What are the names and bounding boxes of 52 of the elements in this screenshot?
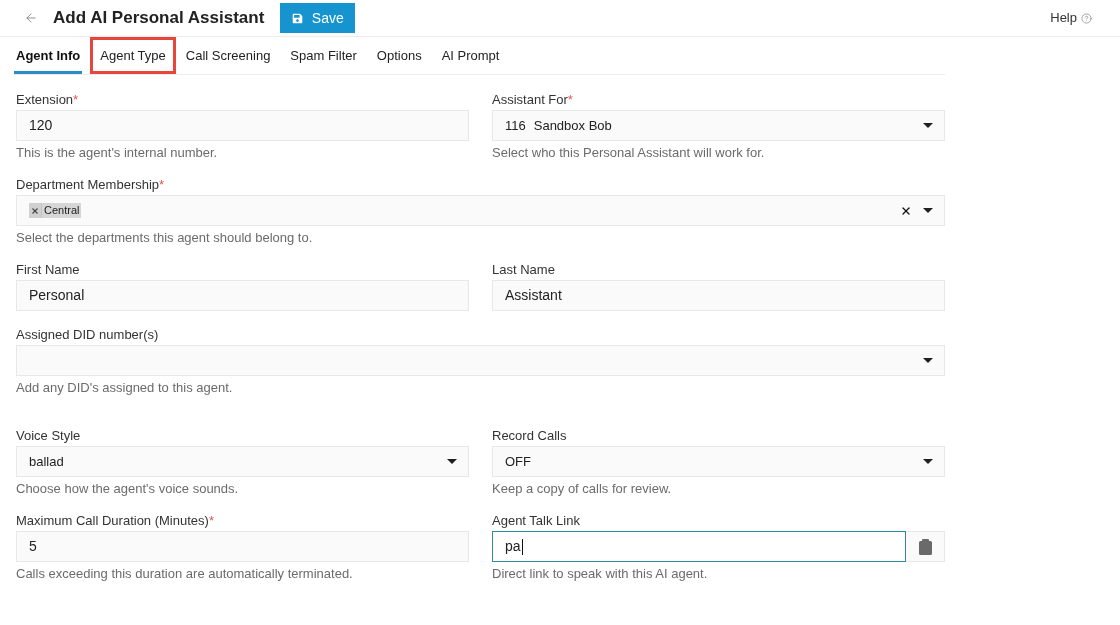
required-mark: *: [159, 176, 165, 194]
helper-text: Select the departments this agent should belong to.: [16, 230, 314, 246]
input-field[interactable]: 120: [16, 110, 469, 141]
helper-text: Add any DID's assigned to this agent.: [16, 380, 234, 396]
helper-text: Calls exceeding this duration are automatically terminated.: [16, 566, 354, 582]
dropdown-caret-icon: [923, 459, 933, 464]
dropdown-field[interactable]: OFF: [492, 446, 945, 477]
tab[interactable]: Options: [366, 37, 432, 74]
multiselect-field[interactable]: Central: [16, 195, 945, 226]
tab[interactable]: Agent Info: [6, 37, 91, 74]
dropdown-caret-icon: [923, 358, 933, 363]
helper-text: Keep a copy of calls for review.: [492, 481, 673, 497]
dropdown-field[interactable]: 116 Sandbox Bob: [492, 110, 945, 141]
field-label: Last Name: [492, 261, 555, 279]
helper-text: This is the agent's internal number.: [16, 145, 219, 161]
field-label: Assistant For: [492, 91, 568, 109]
field-label: Department Membership: [16, 176, 160, 194]
field-label: Voice Style: [16, 427, 81, 445]
tab[interactable]: Agent Type: [90, 37, 176, 74]
field-label: Record Calls: [492, 427, 567, 445]
field-label: Maximum Call Duration (Minutes): [16, 512, 209, 530]
input-field[interactable]: pa: [492, 531, 906, 562]
helper-text: Direct link to speak with this AI agent.: [492, 566, 709, 582]
dropdown-caret-icon: [923, 208, 933, 213]
dropdown-caret-icon: [923, 123, 933, 128]
save-icon: [291, 12, 303, 24]
field-label: Extension: [16, 91, 74, 109]
help-link[interactable]: Help: [1050, 8, 1077, 28]
input-field[interactable]: Assistant: [492, 280, 945, 311]
input-field[interactable]: 5: [16, 531, 469, 562]
field-label: Agent Talk Link: [492, 512, 580, 530]
helper-text: Select who this Personal Assistant will work for.: [492, 145, 766, 161]
back-icon[interactable]: [24, 11, 38, 25]
remove-tag-icon[interactable]: [32, 207, 38, 214]
tag-chip[interactable]: Central: [29, 203, 82, 218]
field-label: Assigned DID number(s): [16, 326, 159, 344]
tab[interactable]: AI Prompt: [431, 37, 510, 74]
text-cursor-icon: [521, 538, 523, 555]
field-label: First Name: [16, 261, 80, 279]
required-mark: *: [567, 91, 573, 109]
tab[interactable]: Call Screening: [175, 37, 281, 74]
dropdown-field[interactable]: ballad: [16, 446, 469, 477]
required-mark: *: [73, 91, 79, 109]
copy-button[interactable]: [906, 531, 945, 562]
tab[interactable]: Spam Filter: [280, 37, 367, 74]
dropdown-caret-icon: [447, 459, 457, 464]
input-field[interactable]: Personal: [16, 280, 469, 311]
dropdown-field[interactable]: [16, 345, 945, 376]
clipboard-icon: [918, 538, 932, 555]
required-mark: *: [208, 512, 214, 530]
helper-text: Choose how the agent's voice sounds.: [16, 481, 240, 497]
page-title: Add AI Personal Assistant: [53, 7, 265, 30]
